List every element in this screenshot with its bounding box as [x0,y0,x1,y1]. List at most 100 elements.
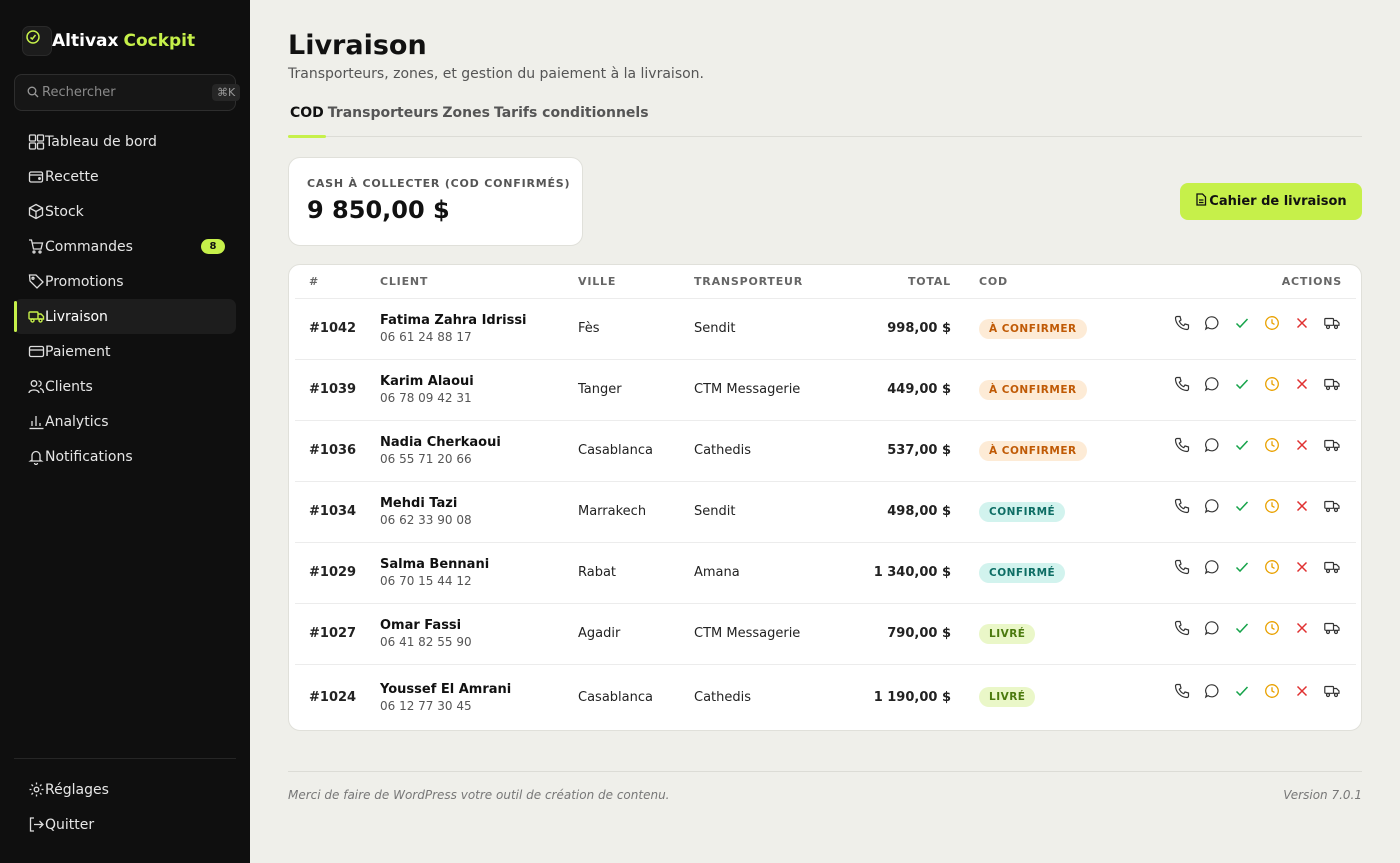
sidebar-item-recette[interactable]: Recette [14,159,236,194]
confirm-button[interactable] [1234,437,1250,453]
cancel-button[interactable] [1294,498,1310,514]
cancel-button[interactable] [1294,620,1310,636]
sidebar-item-promotions[interactable]: Promotions [14,264,236,299]
call-button[interactable] [1174,437,1190,453]
ship-button[interactable] [1324,315,1340,331]
sidebar: Altivax Cockpit ⌘K Tableau de bord Recet… [0,0,250,863]
message-button[interactable] [1204,683,1220,699]
postpone-button[interactable] [1264,315,1280,331]
phone-icon [1174,498,1190,514]
ship-button[interactable] [1324,620,1340,636]
confirm-button[interactable] [1234,559,1250,575]
tab-transporteurs[interactable]: Transporteurs [326,100,441,137]
message-button[interactable] [1204,315,1220,331]
orders-count-badge: 8 [201,239,225,254]
call-button[interactable] [1174,498,1190,514]
order-id[interactable]: #1027 [295,603,380,665]
confirm-button[interactable] [1234,376,1250,392]
table-row[interactable]: #1024 Youssef El Amrani 06 12 77 30 45 Casa… [295,664,1356,730]
table-row[interactable]: #1027 Omar Fassi 06 41 82 55 90 Agadir CTM M… [295,603,1356,665]
search-input[interactable] [42,85,212,100]
postpone-button[interactable] [1264,376,1280,392]
order-id[interactable]: #1042 [295,298,380,360]
table-row[interactable]: #1042 Fatima Zahra Idrissi 06 61 24 88 17 F… [295,298,1356,360]
message-button[interactable] [1204,437,1220,453]
ship-button[interactable] [1324,498,1340,514]
tab-tarifs-conditionnels[interactable]: Tarifs conditionnels [492,100,651,137]
client-cell: Mehdi Tazi 06 62 33 90 08 [380,481,578,543]
table-row[interactable]: #1029 Salma Bennani 06 70 15 44 12 Rabat Ama… [295,542,1356,604]
sidebar-item-analytics[interactable]: Analytics [14,404,236,439]
message-button[interactable] [1204,498,1220,514]
sidebar-item-label: Stock [45,203,84,220]
order-id[interactable]: #1029 [295,542,380,604]
sidebar-item-livraison[interactable]: Livraison [14,299,236,334]
client-phone: 06 41 82 55 90 [380,635,472,649]
truck-icon [1324,376,1340,392]
confirm-button[interactable] [1234,620,1250,636]
sidebar-item-paiement[interactable]: Paiement [14,334,236,369]
cancel-button[interactable] [1294,376,1310,392]
gear-icon [28,781,45,798]
sidebar-item-reglages[interactable]: Réglages [14,772,236,807]
postpone-button[interactable] [1264,620,1280,636]
order-id[interactable]: #1034 [295,481,380,543]
clock-icon [1264,559,1280,575]
tab-zones[interactable]: Zones [440,100,492,137]
ship-button[interactable] [1324,683,1340,699]
postpone-button[interactable] [1264,683,1280,699]
cod-orders-table-card: # CLIENT VILLE TRANSPORTEUR TOTAL COD AC… [288,264,1362,731]
confirm-button[interactable] [1234,683,1250,699]
cod-orders-table: # CLIENT VILLE TRANSPORTEUR TOTAL COD AC… [295,265,1356,730]
sidebar-item-clients[interactable]: Clients [14,369,236,404]
sidebar-item-commandes[interactable]: Commandes 8 [14,229,236,264]
cancel-button[interactable] [1294,559,1310,575]
sidebar-item-quitter[interactable]: Quitter [14,807,236,842]
message-button[interactable] [1204,620,1220,636]
check-icon [1234,683,1250,699]
order-id[interactable]: #1024 [295,664,380,730]
check-icon [1234,498,1250,514]
city-cell: Rabat [578,542,694,604]
ship-button[interactable] [1324,376,1340,392]
message-icon [1204,559,1220,575]
search-box[interactable]: ⌘K [14,74,241,111]
order-id[interactable]: #1039 [295,359,380,421]
confirm-button[interactable] [1234,498,1250,514]
table-row[interactable]: #1034 Mehdi Tazi 06 62 33 90 08 Marrakech Se… [295,481,1356,543]
ship-button[interactable] [1324,437,1340,453]
tab-cod[interactable]: COD [288,100,326,138]
confirm-button[interactable] [1234,315,1250,331]
postpone-button[interactable] [1264,437,1280,453]
phone-icon [1174,376,1190,392]
total-cell: 1 340,00 $ [834,542,951,604]
message-button[interactable] [1204,559,1220,575]
cancel-button[interactable] [1294,683,1310,699]
postpone-button[interactable] [1264,498,1280,514]
search-shortcut: ⌘K [212,84,241,101]
sidebar-item-stock[interactable]: Stock [14,194,236,229]
client-name: Nadia Cherkaoui [380,435,501,450]
sidebar-item-label: Commandes [45,238,133,255]
cancel-button[interactable] [1294,315,1310,331]
client-phone: 06 78 09 42 31 [380,391,472,405]
brand[interactable]: Altivax Cockpit [22,26,195,56]
call-button[interactable] [1174,683,1190,699]
cahier-de-livraison-button[interactable]: Cahier de livraison [1180,183,1362,220]
sidebar-item-notifications[interactable]: Notifications [14,439,236,474]
call-button[interactable] [1174,376,1190,392]
call-button[interactable] [1174,620,1190,636]
ship-button[interactable] [1324,559,1340,575]
sidebar-item-tableau-de-bord[interactable]: Tableau de bord [14,124,236,159]
message-button[interactable] [1204,376,1220,392]
message-icon [1204,498,1220,514]
order-id[interactable]: #1036 [295,420,380,482]
call-button[interactable] [1174,559,1190,575]
sidebar-item-label: Notifications [45,448,133,465]
postpone-button[interactable] [1264,559,1280,575]
table-row[interactable]: #1039 Karim Alaoui 06 78 09 42 31 Tanger CTM… [295,359,1356,421]
call-button[interactable] [1174,315,1190,331]
table-row[interactable]: #1036 Nadia Cherkaoui 06 55 71 20 66 Casabl… [295,420,1356,482]
header-id: # [295,265,380,299]
cancel-button[interactable] [1294,437,1310,453]
